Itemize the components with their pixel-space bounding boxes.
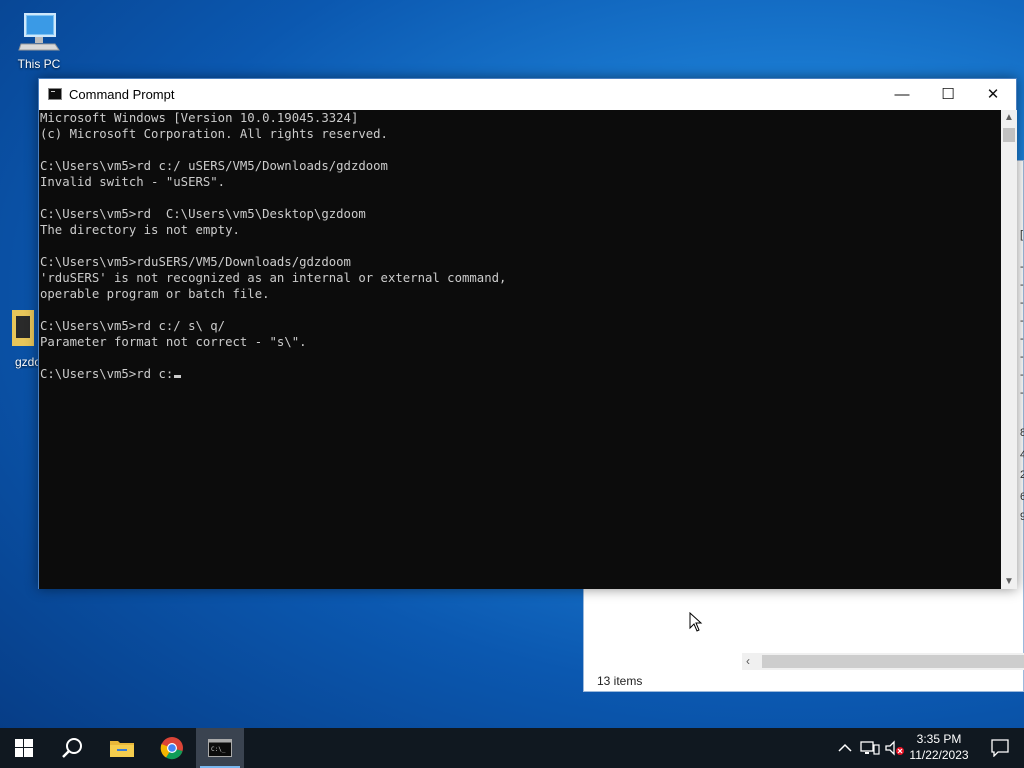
clock[interactable]: 3:35 PM 11/22/2023 [902,731,976,763]
console-line: Invalid switch - "uSERS". [40,175,226,189]
maximize-button[interactable]: ☐ [925,79,971,110]
command-input-line[interactable]: C:\Users\vm5>rd c: [40,367,173,381]
close-button[interactable]: ✕ [970,79,1016,110]
truncated-text: 2 [1020,469,1024,481]
window-title: Command Prompt [69,87,175,102]
search-button[interactable] [48,728,96,768]
chevron-down-icon[interactable]: ▼ [1001,576,1017,587]
file-explorer-icon [110,741,134,757]
truncated-text: - [1020,333,1024,345]
text-cursor [174,375,182,378]
computer-icon [18,13,60,51]
console-output[interactable]: Microsoft Windows [Version 10.0.19045.33… [39,110,1001,589]
network-icon[interactable] [860,740,880,756]
chevron-left-icon[interactable]: ‹ [746,653,750,670]
truncated-text: - [1020,315,1024,327]
truncated-text: [ [1020,229,1024,241]
console-line: C:\Users\vm5>rduSERS/VM5/Downloads/gdzdo… [40,255,351,269]
truncated-text: - [1020,279,1024,291]
command-prompt-window[interactable]: Command Prompt — ☐ ✕ Microsoft Windows [… [38,78,1017,589]
truncated-text: - [1020,297,1024,309]
svg-text:C:\_: C:\_ [211,746,226,753]
desktop-icon-this-pc[interactable]: This PC [1,10,77,71]
minimize-button[interactable]: — [879,79,925,110]
console-line: 'rduSERS' is not recognized as an intern… [40,271,507,285]
start-button[interactable] [0,728,48,768]
console-line: Microsoft Windows [Version 10.0.19045.33… [40,111,359,125]
console-line: The directory is not empty. [40,223,240,237]
truncated-text: - [1020,261,1024,273]
chevron-up-icon[interactable]: ▲ [1001,112,1017,123]
cmd-icon: C:\_ [208,739,232,757]
truncated-text: 6 [1020,491,1024,503]
truncated-text: - [1020,351,1024,363]
cmd-icon [48,88,62,100]
console-line: Parameter format not correct - "s\". [40,335,307,349]
search-icon [62,738,82,758]
truncated-text: - [1020,369,1024,381]
notifications-button[interactable] [976,728,1024,768]
taskbar-file-explorer[interactable] [98,728,146,768]
taskbar-command-prompt[interactable]: C:\_ [196,728,244,768]
taskbar: C:\_ 3:35 PM 11/22/2023 [0,728,1024,768]
horizontal-scrollbar[interactable]: ‹ [742,653,1024,670]
scrollbar-thumb[interactable] [1003,128,1015,142]
chevron-up-icon[interactable] [836,740,854,756]
folder-icon [12,310,34,346]
scrollbar-thumb[interactable] [762,655,1024,668]
console-line: operable program or batch file. [40,287,270,301]
notification-icon [991,739,1009,757]
mouse-pointer-icon [689,612,703,632]
chrome-icon [160,737,183,760]
title-bar[interactable]: Command Prompt — ☐ ✕ [39,79,1016,110]
console-line: (c) Microsoft Corporation. All rights re… [40,127,388,141]
system-tray [836,728,906,768]
console-line: C:\Users\vm5>rd c:/ uSERS/VM5/Downloads/… [40,159,388,173]
desktop-icon-label: This PC [17,57,61,71]
console-line: C:\Users\vm5>rd C:\Users\vm5\Desktop\gzd… [40,207,366,221]
truncated-text: 4 [1020,449,1024,461]
truncated-text: 8 [1020,427,1024,439]
console-line: C:\Users\vm5>rd c:/ s\ q/ [40,319,226,333]
truncated-text: 9 [1020,511,1024,523]
truncated-text: - [1020,387,1024,399]
clock-time: 3:35 PM [916,732,962,746]
status-item-count: 13 items [597,674,643,688]
taskbar-chrome[interactable] [148,728,196,768]
vertical-scrollbar[interactable]: ▲ ▼ [1001,110,1017,589]
windows-logo-icon [15,739,33,757]
clock-date: 11/22/2023 [909,748,969,762]
